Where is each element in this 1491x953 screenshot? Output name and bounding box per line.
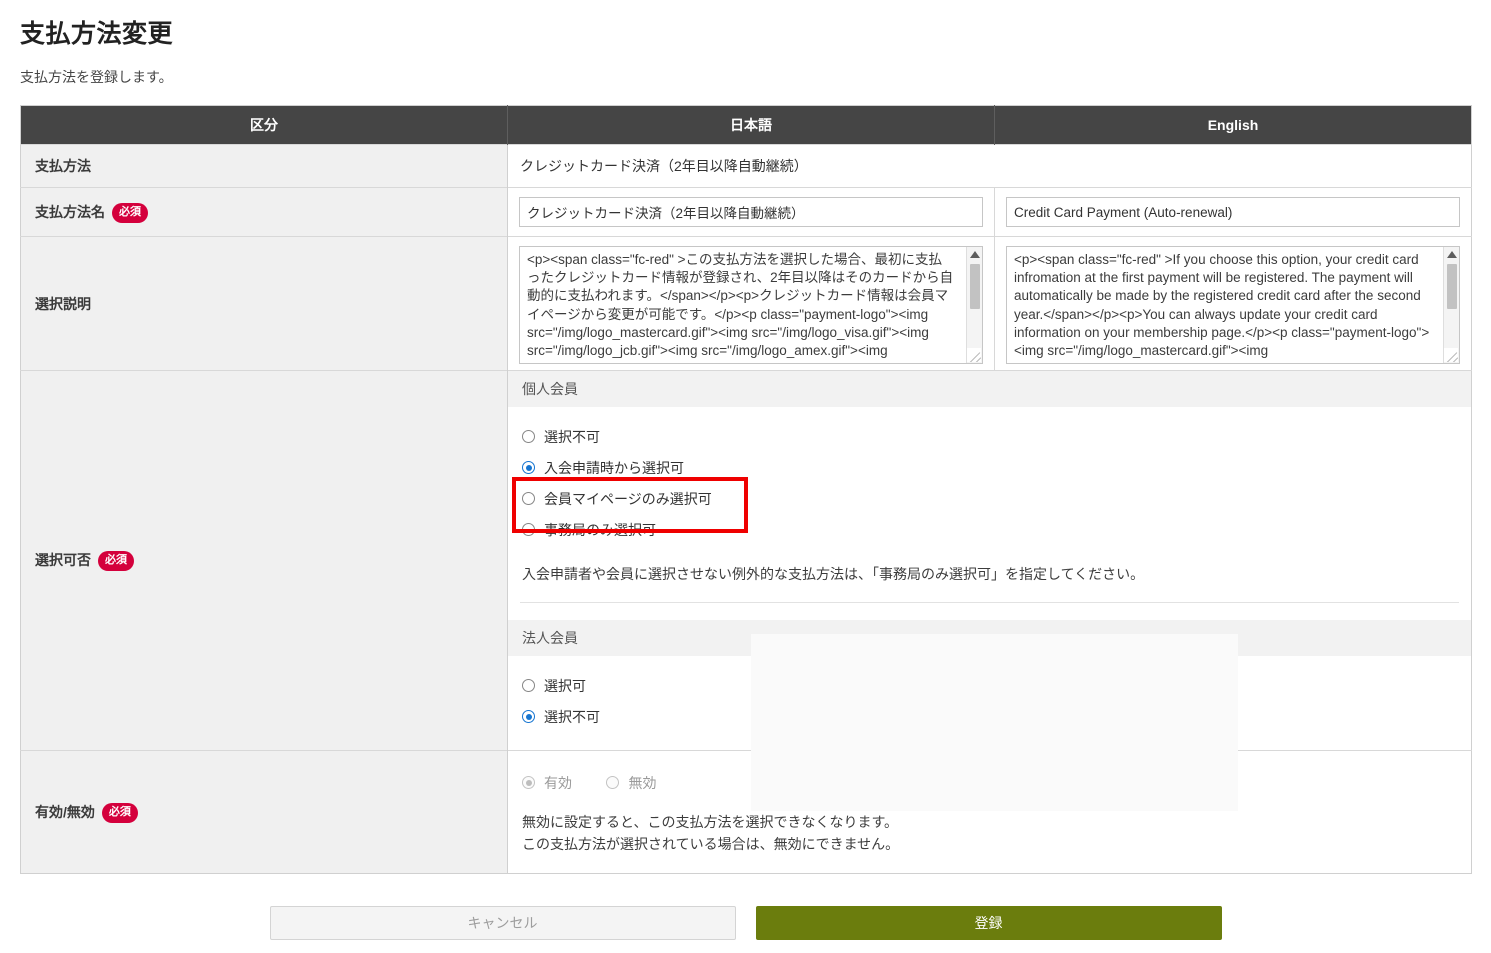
- payment-method-name-en-input[interactable]: [1006, 197, 1460, 227]
- note-line-2: この支払方法が選択されている場合は、無効にできません。: [522, 836, 900, 852]
- label-text: 選択可否: [35, 552, 91, 568]
- radio-label: 選択不可: [544, 708, 600, 725]
- label-enabled-disabled: 有効/無効 必須: [20, 750, 508, 874]
- label-text: 支払方法名: [35, 203, 105, 220]
- label-selection-description: 選択説明: [20, 236, 508, 371]
- cell-payment-method-name-en: [994, 187, 1472, 237]
- radio-option-individual-0[interactable]: 選択不可: [522, 421, 1471, 452]
- payment-method-name-ja-input[interactable]: [519, 197, 983, 227]
- radio-option-disabled: 無効: [606, 767, 656, 798]
- ja-textarea-scrollbar[interactable]: [966, 247, 982, 363]
- radio-icon[interactable]: [522, 523, 535, 536]
- radio-icon[interactable]: [522, 492, 535, 505]
- radio-option-individual-3[interactable]: 事務局のみ選択可: [522, 514, 1471, 545]
- individual-selection-note: 入会申請者や会員に選択させない例外的な支払方法は、「事務局のみ選択可」を指定して…: [522, 566, 1145, 582]
- submit-button[interactable]: 登録: [755, 906, 1222, 940]
- radio-option-corporate-0[interactable]: 選択可: [522, 670, 1471, 701]
- radio-label: 選択不可: [544, 428, 600, 445]
- radio-icon[interactable]: [522, 679, 535, 692]
- table-row-payment-method: 支払方法 クレジットカード決済（2年目以降自動継続）: [20, 144, 1472, 188]
- individual-radio-group: 選択不可 入会申請時から選択可 会員マイページのみ選択可 事務局のみ選択可: [508, 407, 1471, 551]
- section-divider: [520, 602, 1459, 603]
- resize-handle-icon[interactable]: [967, 348, 981, 362]
- selection-description-ja-textarea[interactable]: <p><span class="fc-red" >この支払方法を選択した場合、最…: [519, 246, 983, 364]
- label-text: 有効/無効: [35, 803, 95, 820]
- cell-payment-method-name-ja: [507, 187, 995, 237]
- section-header-individual: 個人会員: [508, 371, 1471, 407]
- radio-option-individual-1[interactable]: 入会申請時から選択可: [522, 452, 1471, 483]
- resize-handle-icon[interactable]: [1444, 348, 1458, 362]
- column-header-category: 区分: [20, 105, 508, 145]
- radio-label: 有効: [544, 774, 572, 791]
- selection-description-en-text: <p><span class="fc-red" >If you choose t…: [1014, 252, 1430, 359]
- en-textarea-scrollbar[interactable]: [1443, 247, 1459, 363]
- table-row-payment-method-name: 支払方法名 必須: [20, 187, 1472, 237]
- label-selection-availability: 選択可否 必須: [20, 370, 508, 751]
- table-row-selection-description: 選択説明 <p><span class="fc-red" >この支払方法を選択し…: [20, 236, 1472, 371]
- table-row-selection-availability: 選択可否 必須 個人会員 選択不可 入会申請時から選択可 会員マイページのみ選択…: [20, 370, 1472, 799]
- table-row-enabled-disabled: 有効/無効 必須 有効 無効 無効に設定すると、この支払方法を選択できなくなりま…: [20, 743, 1472, 874]
- column-header-japanese: 日本語: [507, 105, 995, 145]
- radio-option-individual-2[interactable]: 会員マイページのみ選択可: [522, 483, 1471, 514]
- label-payment-method: 支払方法: [20, 144, 508, 188]
- radio-label: 無効: [628, 774, 657, 791]
- radio-label: 会員マイページのみ選択可: [544, 490, 712, 507]
- radio-label: 入会申請時から選択可: [544, 459, 684, 476]
- cell-selection-availability: 個人会員 選択不可 入会申請時から選択可 会員マイページのみ選択可 事務局のみ選…: [507, 370, 1472, 799]
- scroll-up-arrow-icon[interactable]: [969, 251, 980, 258]
- page-title: 支払方法変更: [20, 20, 174, 48]
- page-description: 支払方法を登録します。: [20, 69, 173, 85]
- label-payment-method-name: 支払方法名 必須: [20, 187, 508, 237]
- cell-enabled-disabled: 有効 無効 無効に設定すると、この支払方法を選択できなくなります。 この支払方法…: [507, 743, 1472, 874]
- radio-icon[interactable]: [522, 710, 535, 723]
- scroll-up-arrow-icon[interactable]: [1446, 251, 1457, 258]
- column-header-english: English: [994, 105, 1472, 145]
- cell-selection-description-ja: <p><span class="fc-red" >この支払方法を選択した場合、最…: [507, 236, 995, 371]
- payment-method-edit-page: 支払方法変更 支払方法を登録します。 区分 日本語 English 支払方法 ク…: [0, 14, 1491, 953]
- scrollbar-thumb[interactable]: [969, 264, 980, 309]
- table-header-row: 区分 日本語 English: [20, 105, 1472, 145]
- cell-selection-description-en: <p><span class="fc-red" >If you choose t…: [994, 236, 1472, 371]
- radio-icon: [522, 776, 535, 789]
- radio-option-corporate-1[interactable]: 選択不可: [522, 701, 1471, 732]
- note-line-1: 無効に設定すると、この支払方法を選択できなくなります。: [522, 814, 899, 830]
- enabled-disabled-radio-group: 有効 無効: [508, 751, 1471, 798]
- radio-label: 選択可: [544, 677, 586, 694]
- form-action-bar: キャンセル 登録: [20, 906, 1471, 940]
- required-badge: 必須: [98, 551, 134, 571]
- required-badge: 必須: [101, 802, 138, 823]
- required-badge: 必須: [112, 202, 148, 223]
- selection-description-en-textarea[interactable]: <p><span class="fc-red" >If you choose t…: [1006, 246, 1460, 364]
- radio-icon[interactable]: [522, 461, 535, 474]
- selection-description-ja-text: <p><span class="fc-red" >この支払方法を選択した場合、最…: [527, 252, 954, 363]
- cancel-button[interactable]: キャンセル: [269, 906, 736, 940]
- corporate-radio-group: 選択可 選択不可: [508, 656, 1471, 750]
- radio-option-enabled: 有効: [522, 767, 572, 798]
- radio-label: 事務局のみ選択可: [544, 521, 656, 538]
- scrollbar-thumb[interactable]: [1446, 264, 1457, 309]
- value-payment-method: クレジットカード決済（2年目以降自動継続）: [507, 144, 1472, 188]
- payment-method-value-text: クレジットカード決済（2年目以降自動継続）: [520, 158, 808, 174]
- radio-icon[interactable]: [522, 430, 535, 443]
- radio-icon: [606, 776, 620, 789]
- payment-method-form-table: 区分 日本語 English 支払方法 クレジットカード決済（2年目以降自動継続…: [20, 105, 1472, 874]
